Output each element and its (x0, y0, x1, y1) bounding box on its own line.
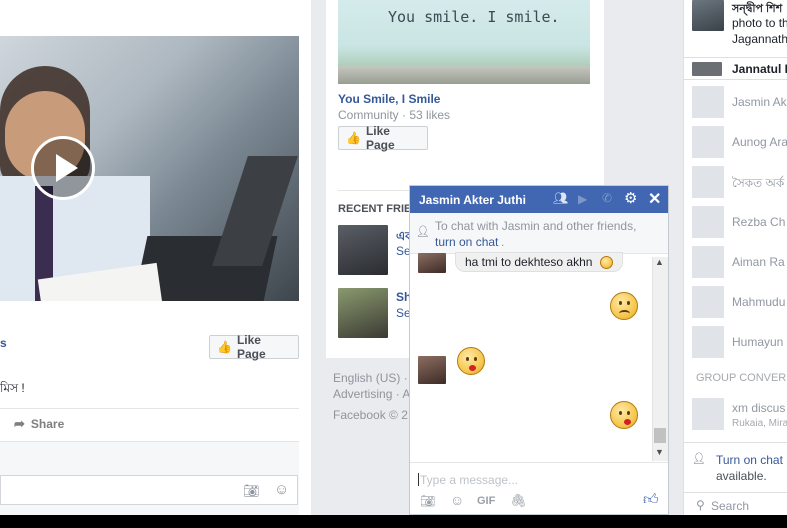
share-arrow-icon: ➦ (14, 416, 25, 431)
page-banner[interactable]: You smile. I smile. (338, 0, 590, 84)
divider (684, 442, 787, 443)
chat-header[interactable]: Jasmin Akter Juthi 👥︎ ▶ ✆ ⚙ ✕ (410, 186, 668, 213)
friend-avatar[interactable] (338, 225, 388, 275)
sender-avatar[interactable] (418, 253, 446, 273)
footer-copyright: Facebook © 2 (333, 408, 408, 422)
notice-period: . (501, 235, 505, 249)
notice-text: To chat with Jasmin and other friends, (435, 219, 637, 233)
contact-item[interactable]: Aiman Ra (692, 246, 787, 278)
scroll-down-icon[interactable]: ▼ (655, 447, 664, 457)
scroll-up-icon[interactable]: ▲ (655, 257, 664, 267)
scrollbar-thumb[interactable] (654, 428, 666, 443)
turn-on-chat-link[interactable]: turn on chat (435, 235, 498, 249)
contact-item[interactable]: সৈকত অর্ক (692, 166, 787, 198)
group-avatar[interactable] (692, 398, 724, 430)
sender-avatar[interactable] (418, 356, 446, 384)
ticker-text: photo to th (732, 16, 787, 30)
play-icon (56, 154, 78, 182)
chat-window: Jasmin Akter Juthi 👥︎ ▶ ✆ ⚙ ✕ 👤︎ To chat… (409, 185, 669, 515)
banner-skyline (338, 66, 590, 84)
attachment-icon[interactable]: 🖇︎ (510, 493, 527, 509)
contact-avatar (692, 126, 724, 158)
play-button[interactable] (31, 136, 95, 200)
contact-avatar (692, 86, 724, 118)
chat-scrollbar[interactable]: ▲ ▼ (652, 257, 668, 461)
footer-link[interactable]: Advertising · A (333, 387, 410, 401)
ticker-avatar[interactable] (692, 0, 724, 31)
close-icon[interactable]: ✕ (648, 189, 661, 209)
chat-title[interactable]: Jasmin Akter Juthi (419, 193, 526, 207)
sidebar-search[interactable]: ⚲ Search (684, 492, 787, 516)
page-link[interactable]: s (0, 336, 7, 350)
contact-item[interactable]: Rezba Ch (692, 206, 787, 238)
add-friend-icon[interactable]: 👥︎ (553, 191, 568, 205)
kiss-face-icon (457, 347, 485, 375)
message-bubble-incoming: ha tmi to dekhteso akhn (455, 252, 623, 272)
contact-item[interactable]: Humayun (692, 326, 787, 358)
divider (684, 79, 787, 80)
search-placeholder: Search (711, 499, 750, 513)
contact-item[interactable]: Mahmudu (692, 286, 787, 318)
ticker-text: Jagannath (732, 32, 787, 46)
chat-off-icon: 👤︎ (692, 453, 706, 465)
group-conversations-header: GROUP CONVERS (696, 372, 787, 384)
divider (0, 408, 299, 409)
video-call-icon[interactable]: ▶ (578, 192, 587, 206)
worried-face-icon (600, 256, 613, 269)
footer-link[interactable]: English (US) · (333, 371, 408, 385)
like-send-icon[interactable]: 👍︎ (643, 491, 659, 509)
thumbs-up-icon: 👍 (346, 131, 361, 145)
contact-avatar (692, 246, 724, 278)
featured-name[interactable]: Jannatul F (732, 62, 787, 76)
contact-item[interactable]: Aunog Ara (692, 126, 787, 158)
camera-icon[interactable]: 📷︎ (243, 483, 260, 499)
thumbs-up-icon: 👍 (217, 340, 232, 354)
banner-text: You smile. I smile. (388, 8, 560, 26)
chat-off-icon: 👤︎ (416, 226, 430, 238)
featured-avatar[interactable] (692, 62, 722, 76)
screen-bottom-bar (0, 515, 787, 528)
camera-icon[interactable]: 📷︎ (420, 494, 435, 508)
page-meta: Community · 53 likes (338, 108, 451, 122)
message-composer[interactable]: Type a message... (410, 462, 668, 491)
kiss-wink-face-icon (610, 401, 638, 429)
recent-friends-header: RECENT FRIEN (338, 203, 420, 215)
post-text: মিস ! (0, 381, 25, 395)
emoji-icon[interactable]: ☺︎ (450, 492, 464, 508)
like-page-button[interactable]: 👍 Like Page (209, 333, 299, 361)
contact-avatar (692, 166, 724, 198)
divider (684, 57, 787, 58)
gif-button[interactable]: GIF (477, 495, 495, 507)
share-button[interactable]: ➦ Share (14, 416, 64, 432)
post-card: s 👍 Like Page মিস ! ➦ Share 📷︎ ☺︎ (0, 0, 311, 516)
contact-avatar (692, 326, 724, 358)
emoji-icon[interactable]: ☺︎ (274, 481, 289, 498)
group-members: Rukaia, Mira (732, 418, 787, 429)
contact-avatar (692, 286, 724, 318)
available-text: available. (716, 469, 767, 483)
page-title[interactable]: You Smile, I Smile (338, 92, 440, 106)
search-icon: ⚲ (696, 498, 705, 512)
frown-face-icon (610, 292, 638, 320)
gear-icon[interactable]: ⚙ (624, 189, 637, 207)
contact-item[interactable]: Jasmin Ak (692, 86, 787, 118)
turn-on-chat-link[interactable]: Turn on chat (716, 453, 783, 467)
message-input[interactable]: Type a message... (420, 473, 518, 487)
like-page-button-2[interactable]: 👍 Like Page (338, 124, 428, 152)
group-name[interactable]: xm discus (732, 401, 785, 415)
friend-avatar[interactable] (338, 288, 388, 338)
chat-off-notice: 👤︎ To chat with Jasmin and other friends… (410, 213, 668, 254)
phone-icon[interactable]: ✆ (602, 191, 612, 205)
contact-avatar (692, 206, 724, 238)
